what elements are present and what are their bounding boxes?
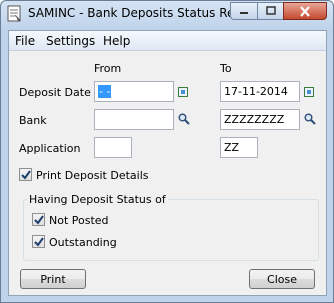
- app-window: SAMINC - Bank Deposits Status Re... File…: [0, 0, 334, 303]
- deposit-status-group-title: Having Deposit Status of: [27, 193, 168, 206]
- print-button[interactable]: Print: [20, 269, 86, 289]
- outstanding-label[interactable]: Outstanding: [49, 236, 117, 249]
- report-app-icon: [7, 5, 21, 22]
- application-label: Application: [19, 142, 81, 155]
- bank-from-field[interactable]: [94, 109, 174, 130]
- to-column-header: To: [220, 62, 232, 75]
- application-to-field[interactable]: ZZ: [220, 137, 258, 158]
- close-icon: [300, 5, 310, 17]
- outstanding-checkbox[interactable]: [32, 235, 45, 248]
- title-bar[interactable]: SAMINC - Bank Deposits Status Re...: [1, 1, 333, 29]
- print-button-label: Print: [40, 272, 66, 286]
- calendar-icon[interactable]: [304, 87, 314, 97]
- checkmark-icon: [21, 170, 31, 180]
- not-posted-label[interactable]: Not Posted: [49, 214, 109, 227]
- maximize-button[interactable]: [257, 2, 283, 20]
- dialog-body: File Settings Help From To Deposit Date …: [8, 30, 327, 296]
- minimize-button[interactable]: [230, 2, 257, 20]
- caption-buttons: [230, 2, 327, 20]
- minimize-icon: [240, 12, 248, 14]
- print-deposit-details-label[interactable]: Print Deposit Details: [36, 169, 148, 182]
- menu-file[interactable]: File: [15, 34, 35, 48]
- bank-to-value: ZZZZZZZZ: [224, 113, 285, 126]
- menu-settings[interactable]: Settings: [46, 34, 95, 48]
- menu-help[interactable]: Help: [103, 34, 130, 48]
- magnifier-icon[interactable]: [178, 113, 190, 125]
- bank-to-field[interactable]: ZZZZZZZZ: [220, 109, 300, 130]
- menu-bar: File Settings Help: [9, 31, 326, 51]
- deposit-date-from-field[interactable]: - -: [94, 81, 174, 102]
- maximize-icon: [265, 6, 276, 15]
- not-posted-checkbox[interactable]: [32, 213, 45, 226]
- close-window-button[interactable]: [283, 2, 327, 20]
- deposit-date-label: Deposit Date: [19, 86, 91, 99]
- deposit-date-to-field[interactable]: 17-11-2014: [220, 81, 300, 102]
- bank-label: Bank: [19, 114, 47, 127]
- close-button-label: Close: [267, 272, 297, 286]
- checkmark-icon: [34, 237, 44, 247]
- print-deposit-details-checkbox[interactable]: [19, 168, 32, 181]
- window-title: SAMINC - Bank Deposits Status Re...: [28, 6, 246, 20]
- calendar-icon[interactable]: [178, 87, 188, 97]
- application-to-value: ZZ: [224, 141, 240, 154]
- magnifier-icon[interactable]: [304, 113, 316, 125]
- deposit-date-to-value: 17-11-2014: [224, 85, 288, 98]
- deposit-status-group: [23, 199, 319, 261]
- checkmark-icon: [34, 215, 44, 225]
- from-column-header: From: [94, 62, 122, 75]
- application-from-field[interactable]: [94, 137, 132, 158]
- deposit-date-from-value: - -: [98, 85, 112, 98]
- close-button[interactable]: Close: [249, 269, 315, 289]
